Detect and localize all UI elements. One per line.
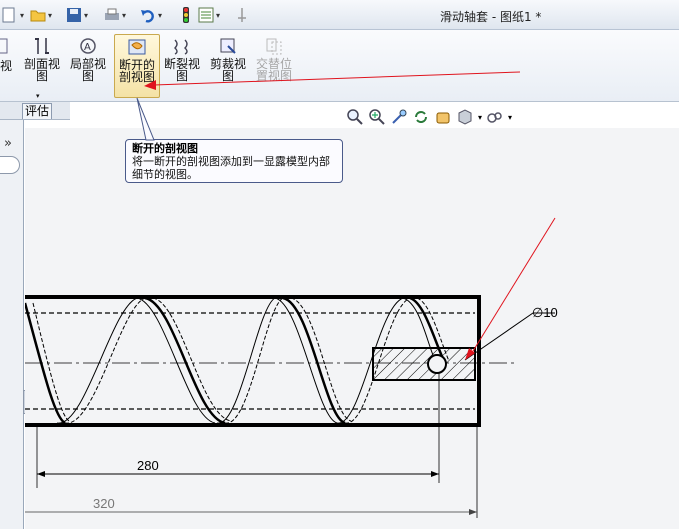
print-button[interactable]: ▾ [104, 6, 126, 24]
detail-view-button[interactable]: A 局部视图 [66, 34, 110, 98]
drawing-canvas: ∅10 280 320 [25, 217, 558, 518]
options-button[interactable]: ▾ [198, 6, 220, 24]
document-title: 滑动轴套 - 图纸1 * [440, 10, 542, 24]
view-icon [0, 38, 8, 54]
hole-circle [427, 354, 447, 374]
tab-evaluate[interactable]: 评估 [22, 103, 52, 119]
previous-view-icon[interactable] [390, 108, 408, 126]
open-button[interactable]: ▾ [30, 6, 52, 24]
tooltip-description: 将一断开的剖视图添加到一显露模型内部细节的视图。 [132, 155, 330, 181]
checklist-icon [198, 7, 214, 23]
dim-280-text: 280 [137, 458, 159, 473]
alternate-position-icon [266, 38, 282, 55]
traffic-light-icon [183, 7, 189, 23]
rebuild-button[interactable] [178, 6, 194, 24]
save-icon [67, 8, 81, 22]
folder-icon [30, 10, 46, 22]
svg-text:A: A [84, 42, 91, 53]
tooltip: 断开的剖视图 将一断开的剖视图添加到一显露模型内部细节的视图。 [125, 139, 343, 183]
section-view-button[interactable]: 剖面视图 ▾ [20, 34, 64, 100]
save-button[interactable]: ▾ [66, 6, 88, 24]
printer-icon [105, 8, 119, 20]
crop-view-icon [220, 38, 236, 54]
chevron-down-icon: ▾ [158, 10, 163, 20]
undo-icon [141, 10, 154, 23]
annotation-arrow-line [469, 217, 556, 357]
view-settings-icon[interactable] [486, 108, 504, 126]
broken-section-icon [128, 39, 146, 55]
panel-tab[interactable] [0, 156, 20, 174]
zoom-to-fit-icon[interactable] [346, 108, 364, 126]
hatched-section [372, 347, 476, 381]
chevron-down-icon: ▾ [20, 10, 25, 20]
tooltip-title: 断开的剖视图 [132, 142, 198, 155]
display-style-icon[interactable] [456, 108, 474, 126]
undo-button[interactable]: ▾ [140, 6, 162, 24]
chevron-down-icon: ▾ [36, 92, 40, 100]
dim-diameter-text: ∅10 [532, 305, 558, 320]
chevron-down-icon: ▾ [48, 10, 53, 20]
chevron-down-icon: ▾ [84, 10, 89, 20]
new-document-icon [2, 7, 15, 23]
view-button-partial[interactable]: 视 [0, 34, 22, 98]
dim-320-text: 320 [93, 496, 115, 511]
dimension-arrowhead [469, 509, 477, 515]
chevron-down-icon: ▾ [122, 10, 127, 20]
chevron-down-icon[interactable]: ▾ [478, 113, 482, 122]
ribbon-button-label: 剖面视图 [24, 57, 61, 83]
ribbon-button-label: 视 [0, 59, 13, 73]
view-toolbar: ▾ ▾ [346, 106, 512, 128]
left-panel [0, 120, 24, 529]
title-bar: ▾ ▾ ▾ ▾ ▾ ▾ 滑动轴套 - 图纸1 * [0, 0, 679, 30]
section-view-icon [35, 38, 49, 54]
expand-chevron-icon[interactable]: » [4, 136, 12, 151]
pin-button[interactable] [234, 6, 250, 24]
ribbon-button-label: 局部视图 [70, 57, 107, 83]
zoom-area-icon[interactable] [368, 108, 386, 126]
chevron-down-icon: ▾ [216, 10, 221, 20]
break-view-icon [174, 39, 188, 55]
pin-icon [238, 8, 246, 22]
detail-view-icon: A [80, 38, 96, 54]
annotation-arrow-line [153, 71, 521, 86]
chevron-down-icon[interactable]: ▾ [508, 113, 512, 122]
annotation-arrow-ribbon [144, 71, 521, 90]
new-document-dropdown[interactable]: ▾ [2, 6, 24, 24]
rotate-icon[interactable] [412, 108, 430, 126]
tooltip-pointer [136, 97, 155, 141]
annotation-arrow-head [144, 80, 156, 90]
drawing-sheet[interactable]: ∅10 280 320 [25, 128, 679, 529]
pan-icon[interactable] [434, 108, 452, 126]
